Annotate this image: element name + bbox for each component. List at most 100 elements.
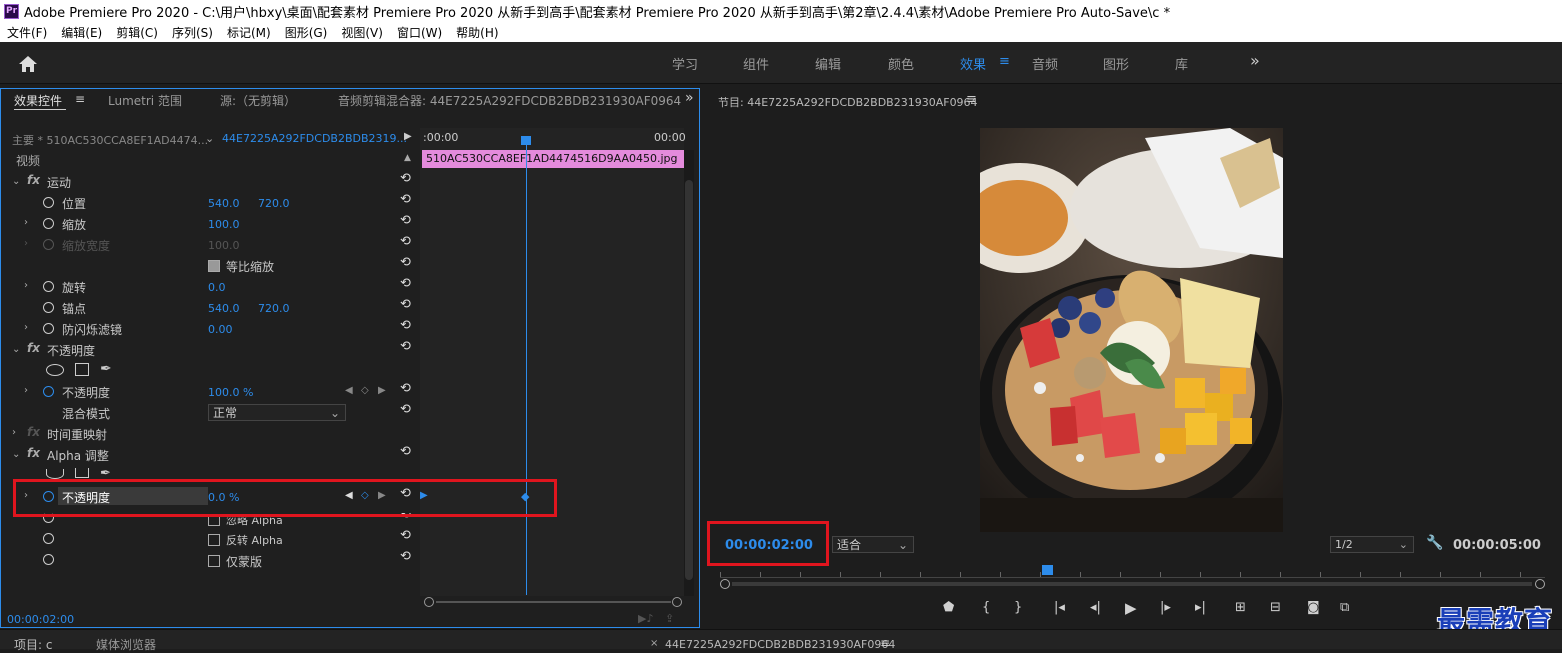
reset-icon[interactable]: ⟲	[400, 549, 411, 564]
reset-icon[interactable]: ⟲	[400, 171, 411, 186]
wrench-icon[interactable]: 🔧	[1426, 535, 1443, 551]
prev-keyframe-icon[interactable]: ◀	[345, 385, 353, 396]
stopwatch-icon[interactable]	[43, 281, 54, 292]
program-timecode[interactable]: 00:00:02:00	[725, 538, 813, 553]
scale-value[interactable]: 100.0	[208, 218, 240, 231]
rectangle-mask-icon[interactable]	[75, 468, 89, 478]
menu-clip[interactable]: 剪辑(C)	[116, 24, 158, 41]
export-frame-icon[interactable]: ◙	[1307, 600, 1320, 615]
sequence-clip-label[interactable]: 44E7225A292FDCDB2BDB2319...	[222, 132, 407, 145]
reset-icon[interactable]: ⟲	[400, 192, 411, 207]
effect-timeline[interactable]	[420, 128, 684, 596]
reset-icon[interactable]: ⟲	[400, 297, 411, 312]
menu-window[interactable]: 窗口(W)	[397, 24, 442, 41]
position-y-value[interactable]: 720.0	[258, 197, 290, 210]
close-icon[interactable]: ×	[650, 638, 658, 649]
mark-out-icon[interactable]: }	[1014, 600, 1022, 615]
reset-icon[interactable]: ⟲	[400, 528, 411, 543]
workspace-libraries[interactable]: 库	[1175, 54, 1188, 73]
invert-alpha-checkbox[interactable]	[208, 534, 220, 546]
tab-media-browser[interactable]: 媒体浏览器	[96, 636, 156, 653]
workspace-menu-icon[interactable]: ≡	[999, 54, 1010, 69]
resolution-dropdown[interactable]: 1/2 ⌄	[1330, 536, 1414, 553]
workspace-editing[interactable]: 编辑	[815, 54, 841, 73]
program-scrollbar[interactable]	[720, 579, 1545, 589]
menu-file[interactable]: 文件(F)	[7, 24, 47, 41]
anchor-x-value[interactable]: 540.0	[208, 302, 240, 315]
extract-icon[interactable]: ⊟	[1270, 600, 1281, 615]
panel-more-icon[interactable]: »	[685, 90, 694, 106]
blend-mode-dropdown[interactable]: 正常 ⌄	[208, 404, 346, 421]
tab-menu-icon[interactable]: ≡	[75, 92, 85, 106]
export-icon[interactable]: ⇪	[665, 612, 674, 625]
reset-icon[interactable]: ⟲	[400, 276, 411, 291]
add-marker-icon[interactable]: ⬟	[943, 600, 954, 615]
tab-effect-controls[interactable]: 效果控件	[14, 92, 62, 109]
chevron-right-icon[interactable]: ›	[12, 427, 16, 438]
chevron-right-icon[interactable]: ›	[24, 385, 28, 396]
opacity-value[interactable]: 100.0 %	[208, 386, 253, 399]
fx-icon[interactable]: fx	[27, 341, 40, 355]
go-to-in-icon[interactable]: |◂	[1054, 600, 1065, 615]
chevron-down-icon[interactable]: ⌄	[12, 449, 20, 460]
menu-help[interactable]: 帮助(H)	[456, 24, 498, 41]
rectangle-mask-icon[interactable]	[75, 363, 89, 376]
menu-edit[interactable]: 编辑(E)	[61, 24, 102, 41]
reset-icon[interactable]: ⟲	[400, 318, 411, 333]
step-back-icon[interactable]: ◂|	[1090, 600, 1101, 615]
workspace-audio[interactable]: 音频	[1032, 54, 1058, 73]
play-icon[interactable]: ▶	[1125, 599, 1137, 617]
program-menu-icon[interactable]: ≡	[966, 92, 977, 107]
reset-icon[interactable]: ⟲	[400, 234, 411, 249]
chevron-right-icon[interactable]: ›	[24, 280, 28, 291]
zoom-fit-dropdown[interactable]: 适合 ⌄	[832, 536, 914, 553]
playhead-handle[interactable]	[521, 136, 531, 145]
stopwatch-icon[interactable]	[43, 323, 54, 334]
reset-icon[interactable]: ⟲	[400, 255, 411, 270]
program-title[interactable]: 节目: 44E7225A292FDCDB2BDB231930AF0964	[718, 94, 978, 110]
tab-timeline[interactable]: 44E7225A292FDCDB2BDB231930AF0964	[665, 638, 895, 651]
pen-mask-icon[interactable]: ✒	[100, 361, 112, 377]
reset-icon[interactable]: ⟲	[400, 402, 411, 417]
stopwatch-icon[interactable]	[43, 218, 54, 229]
stopwatch-icon[interactable]	[43, 386, 54, 397]
reset-icon[interactable]: ⟲	[400, 339, 411, 354]
go-to-out-icon[interactable]: ▸|	[1195, 600, 1206, 615]
workspace-effects[interactable]: 效果	[960, 54, 986, 73]
add-keyframe-icon[interactable]: ◇	[361, 385, 369, 396]
step-forward-icon[interactable]: |▸	[1160, 600, 1171, 615]
reset-icon[interactable]: ⟲	[400, 444, 411, 459]
reset-icon[interactable]: ⟲	[400, 213, 411, 228]
anchor-y-value[interactable]: 720.0	[258, 302, 290, 315]
workspace-assembly[interactable]: 组件	[743, 54, 769, 73]
mark-in-icon[interactable]: {	[982, 600, 990, 615]
ellipse-mask-icon[interactable]	[46, 364, 64, 376]
clip-dropdown-icon[interactable]: ⌄	[205, 132, 214, 145]
rotation-value[interactable]: 0.0	[208, 281, 226, 294]
toggle-timeline-icon[interactable]: ▶	[404, 131, 412, 142]
horizontal-scrollbar[interactable]	[424, 597, 682, 607]
ellipse-mask-icon[interactable]	[46, 469, 64, 479]
workspace-graphics[interactable]: 图形	[1103, 54, 1129, 73]
tab-lumetri-scopes[interactable]: Lumetri 范围	[108, 92, 182, 109]
program-playhead[interactable]	[1042, 565, 1053, 575]
workspace-color[interactable]: 颜色	[888, 54, 914, 73]
chevron-down-icon[interactable]: ⌄	[12, 176, 20, 187]
scroll-up-icon[interactable]: ▲	[404, 153, 411, 163]
audio-icon[interactable]: ▶♪	[638, 612, 653, 625]
workspace-learn[interactable]: 学习	[672, 54, 698, 73]
uniform-scale-checkbox[interactable]	[208, 260, 220, 272]
reset-icon[interactable]: ⟲	[400, 381, 411, 396]
home-icon[interactable]	[18, 55, 38, 73]
chevron-right-icon[interactable]: ›	[24, 217, 28, 228]
tab-source[interactable]: 源:（无剪辑）	[220, 92, 296, 109]
stopwatch-icon[interactable]	[43, 197, 54, 208]
master-clip-label[interactable]: 主要 * 510AC530CCA8EF1AD4474...	[12, 132, 208, 148]
position-x-value[interactable]: 540.0	[208, 197, 240, 210]
clip-bar[interactable]: 510AC530CCA8EF1AD4474516D9AA0450.jpg	[422, 150, 684, 168]
lift-icon[interactable]: ⊞	[1235, 600, 1246, 615]
menu-view[interactable]: 视图(V)	[341, 24, 383, 41]
stopwatch-icon[interactable]	[43, 554, 54, 565]
next-keyframe-icon[interactable]: ▶	[378, 385, 386, 396]
menu-graphics[interactable]: 图形(G)	[285, 24, 328, 41]
